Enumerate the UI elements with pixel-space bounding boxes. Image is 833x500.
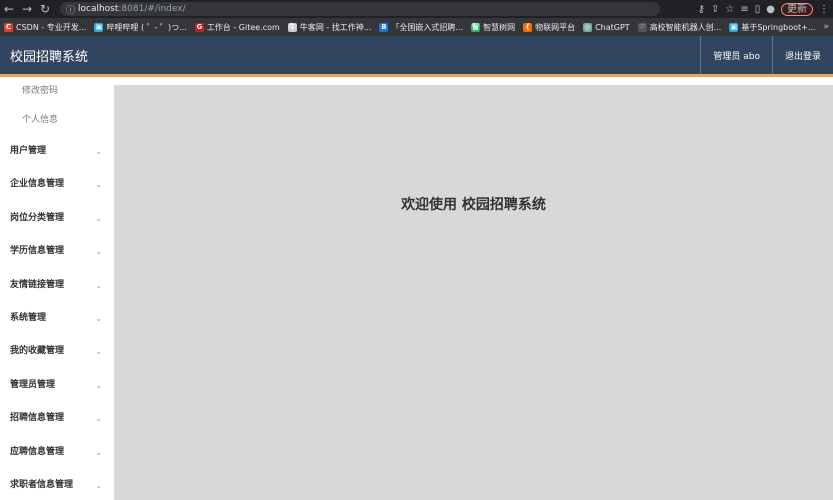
chevron-down-icon: ⌄ — [95, 447, 102, 457]
bookmark-favicon-icon: 智 — [471, 22, 481, 32]
bookmark-item[interactable]: 牛牛客网 - 找工作神... — [287, 22, 372, 33]
bookmark-item[interactable]: C CSDN - 专业开发... — [4, 22, 86, 33]
bookmark-label: 智慧树网 — [483, 22, 516, 32]
bookmark-favicon-icon: ◎ — [583, 22, 593, 32]
sidebar-menu-item[interactable]: 系统管理 ⌄ — [0, 302, 114, 335]
bookmark-label: 高校智能机器人创... — [649, 22, 722, 32]
bookmark-item[interactable]: 智智慧树网 — [471, 22, 515, 33]
bookmark-label: CSDN - 专业开发... — [16, 22, 87, 32]
menu-icon[interactable]: ⋮ — [819, 4, 829, 15]
sidebar-menu-item[interactable]: 管理员管理 ⌄ — [0, 369, 114, 402]
sidebar-menu-item[interactable]: 招聘信息管理 ⌄ — [0, 402, 114, 435]
bookmark-label: 牛客网 - 找工作神... — [299, 22, 372, 32]
bookmark-favicon-icon: ♡ — [637, 22, 647, 32]
bookmark-favicon-icon: 牛 — [287, 22, 297, 32]
chevron-down-icon: ⌄ — [95, 280, 102, 290]
bookmark-item[interactable]: ▣ 基于Springboot+... — [729, 22, 815, 33]
sidebar-item-label: 用户管理 — [10, 146, 47, 156]
chevron-down-icon: ⌄ — [95, 414, 102, 424]
bookmark-label: ChatGPT — [595, 22, 630, 32]
chevron-down-icon: ⌄ — [95, 247, 102, 257]
admin-user-label[interactable]: 管理员 abo — [700, 36, 772, 74]
chevron-down-icon: ⌄ — [95, 313, 102, 323]
bookmark-favicon-icon: { — [523, 22, 533, 32]
url-text: localhost:8081/#/index/ — [78, 4, 186, 14]
bookmark-item[interactable]: G 工作台 - Gitee.com — [194, 22, 280, 33]
sidebar-item-label: 企业信息管理 — [10, 179, 65, 190]
sidebar-menu-item[interactable]: 友情链接管理 ⌄ — [0, 269, 114, 302]
sidebar-item-change-password[interactable]: 修改密码 — [0, 77, 114, 106]
sidebar-menu-item[interactable]: 学历信息管理 ⌄ — [0, 235, 114, 268]
bookmark-favicon-icon: ▣ — [94, 22, 104, 32]
chevron-down-icon: ⌄ — [95, 380, 102, 390]
bookmark-label: 哔哩哔哩 ( ゜- ゜)つ... — [106, 22, 187, 32]
sidebar-menu-item[interactable]: 应聘信息管理 ⌄ — [0, 436, 114, 469]
app-header: 校园招聘系统 管理员 abo 退出登录 — [0, 36, 833, 74]
bookmark-label: 「全国嵌入式招聘... — [391, 22, 464, 32]
site-info-icon[interactable]: ⓘ — [66, 3, 78, 16]
forward-icon[interactable]: → — [18, 0, 36, 18]
bookmark-label: 工作台 - Gitee.com — [206, 22, 280, 32]
sidebar-menu-item[interactable]: 我的收藏管理 ⌄ — [0, 335, 114, 368]
key-icon[interactable]: ⚷ — [698, 4, 705, 15]
bookmark-item[interactable]: B 「全国嵌入式招聘... — [379, 22, 463, 33]
sidebar-item-label: 管理员管理 — [10, 379, 56, 390]
chevron-down-icon: ⌄ — [95, 347, 102, 357]
bookmark-item[interactable]: ◎ ChatGPT — [583, 22, 630, 32]
sidebar-item-label: 岗位分类管理 — [10, 212, 65, 223]
app-title: 校园招聘系统 — [10, 49, 89, 65]
bookmarks-bar: C CSDN - 专业开发... ▣ 哔哩哔哩 ( ゜- ゜)つ... G 工作台 - G… — [0, 18, 833, 36]
welcome-message: 欢迎使用 校园招聘系统 — [401, 197, 546, 213]
sidebar-menu-item[interactable]: 用户管理 ⌄ — [0, 135, 114, 168]
sidebar-item-label: 应聘信息管理 — [10, 446, 65, 457]
bookmark-favicon-icon: B — [379, 22, 389, 32]
chevron-down-icon: ⌄ — [95, 180, 102, 190]
sidebar-menu-item[interactable]: 求职者信息管理 ⌄ — [0, 469, 114, 500]
back-icon[interactable]: ← — [0, 0, 18, 18]
sidebar-item-label: 招聘信息管理 — [10, 413, 65, 424]
bookmark-favicon-icon: ▣ — [729, 22, 739, 32]
update-button[interactable]: 更新 — [781, 2, 813, 16]
share-icon[interactable]: ⇪ — [711, 4, 719, 15]
bookmark-item[interactable]: ♡ 高校智能机器人创... — [637, 22, 722, 33]
bookmark-label: 基于Springboot+... — [741, 22, 816, 32]
browser-toolbar: ← → ↻ ⓘ localhost:8081/#/index/ ⚷ ⇪ ☆ ≡ … — [0, 0, 833, 18]
sidebar-item-profile[interactable]: 个人信息 — [0, 106, 114, 135]
sidebar-menu-item[interactable]: 企业信息管理 ⌄ — [0, 168, 114, 201]
bookmark-item[interactable]: {物联网平台 — [523, 22, 575, 33]
chevron-down-icon: ⌄ — [95, 147, 102, 156]
sidebar-item-label: 友情链接管理 — [10, 279, 65, 290]
sidebar-menu-item[interactable]: 岗位分类管理 ⌄ — [0, 202, 114, 235]
bookmark-favicon-icon: G — [194, 22, 204, 32]
main-content: 欢迎使用 校园招聘系统 — [114, 85, 833, 500]
logout-button[interactable]: 退出登录 — [771, 36, 833, 74]
reading-list-icon[interactable]: ≡ — [740, 4, 748, 15]
reload-icon[interactable]: ↻ — [36, 0, 54, 18]
profile-icon[interactable]: ● — [766, 4, 775, 15]
sidebar-item-label: 学历信息管理 — [10, 246, 65, 257]
bookmark-item[interactable]: ▣ 哔哩哔哩 ( ゜- ゜)つ... — [94, 22, 187, 33]
chevron-down-icon: ⌄ — [95, 213, 102, 223]
address-bar[interactable]: ⓘ localhost:8081/#/index/ — [60, 2, 660, 16]
bookmark-label: 物联网平台 — [535, 22, 576, 32]
chevron-down-icon: ⌄ — [95, 480, 102, 490]
bookmark-star-icon[interactable]: ☆ — [725, 4, 734, 15]
sidebar-item-label: 求职者信息管理 — [10, 479, 74, 490]
side-panel-icon[interactable]: ▯ — [755, 4, 761, 15]
sidebar: 修改密码 个人信息 用户管理 ⌄ 企业信息管理 ⌄ 岗位分类管理 ⌄ 学历信息管理 ⌄ 友情链接… — [0, 77, 114, 500]
header-accent-bar — [0, 74, 833, 77]
sidebar-item-label: 系统管理 — [10, 312, 47, 323]
sidebar-item-label: 我的收藏管理 — [10, 346, 65, 357]
bookmarks-overflow-icon[interactable]: » — [823, 22, 833, 32]
bookmark-favicon-icon: C — [4, 22, 13, 32]
